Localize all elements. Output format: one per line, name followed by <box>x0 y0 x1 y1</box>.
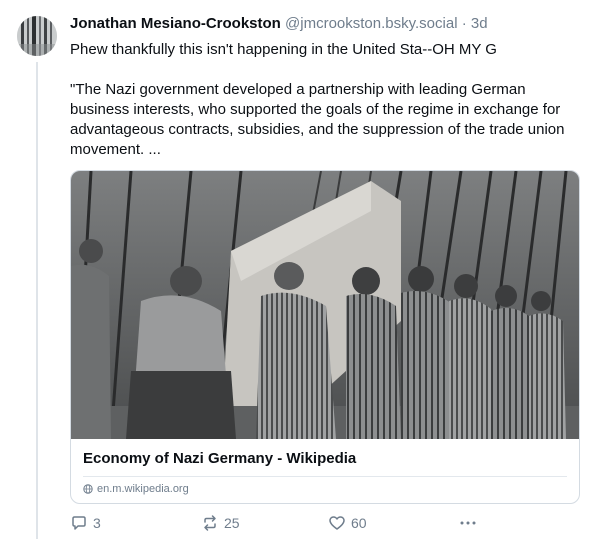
more-options-button[interactable] <box>458 514 478 532</box>
avatar-image <box>17 16 57 56</box>
like-count: 60 <box>351 515 367 531</box>
divider <box>83 476 567 477</box>
repost-button[interactable]: 25 <box>201 514 240 532</box>
post-header: Jonathan Mesiano-Crookston @jmcrookston.… <box>70 14 590 34</box>
link-card-title: Economy of Nazi Germany - Wikipedia <box>83 450 357 467</box>
post[interactable]: Jonathan Mesiano-Crookston @jmcrookston.… <box>0 0 598 539</box>
thread-line <box>36 62 38 539</box>
link-card[interactable]: Economy of Nazi Germany - Wikipedia en.m… <box>70 170 580 504</box>
more-icon <box>460 521 476 525</box>
post-actions: 3 25 60 <box>70 514 580 534</box>
reply-icon <box>72 516 86 530</box>
link-card-domain: en.m.wikipedia.org <box>97 483 189 495</box>
author-handle[interactable]: @jmcrookston.bsky.social <box>285 15 458 32</box>
author-name[interactable]: Jonathan Mesiano-Crookston <box>70 15 281 32</box>
post-text-line: "The Nazi government developed a partner… <box>70 81 565 158</box>
repost-icon <box>204 515 216 531</box>
like-button[interactable]: 60 <box>328 514 367 532</box>
like-icon <box>329 516 345 530</box>
link-card-image <box>71 171 579 439</box>
avatar[interactable] <box>17 16 57 56</box>
link-card-domain-row: en.m.wikipedia.org <box>83 483 189 495</box>
post-time[interactable]: 3d <box>471 15 488 32</box>
separator: · <box>457 15 471 32</box>
post-text: Phew thankfully this isn't happening in … <box>70 40 580 160</box>
reply-button[interactable]: 3 <box>70 514 101 532</box>
globe-icon <box>83 484 93 494</box>
repost-count: 25 <box>224 515 240 531</box>
reply-count: 3 <box>93 515 101 531</box>
post-text-line: Phew thankfully this isn't happening in … <box>70 41 497 58</box>
